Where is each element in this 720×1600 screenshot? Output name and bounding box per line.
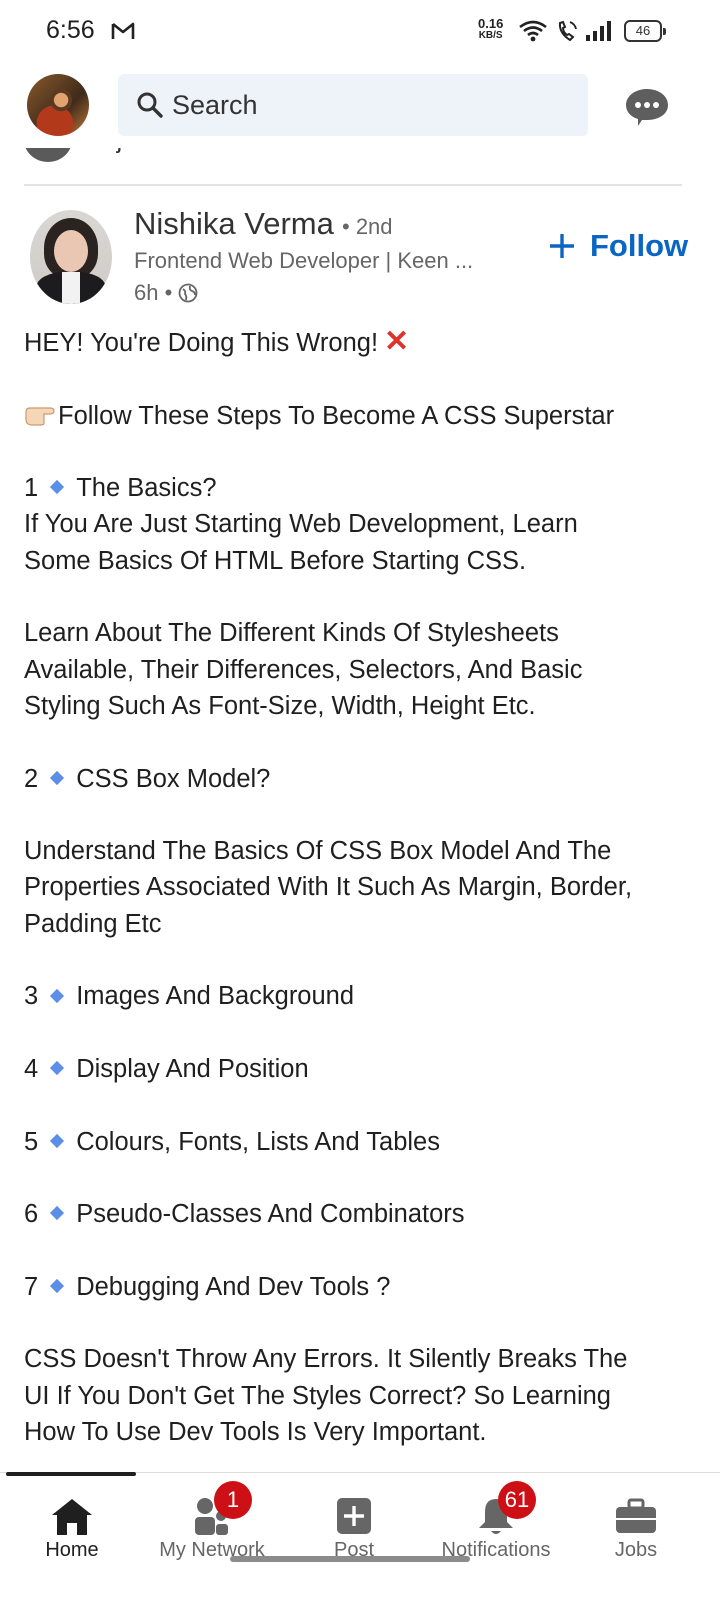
diamond-bullet-icon: [50, 1133, 65, 1148]
post-line: 4 Display And Position: [24, 1054, 309, 1083]
signal-icon: [586, 21, 611, 41]
author-headline[interactable]: Frontend Web Developer | Keen ...: [134, 248, 473, 274]
briefcase-icon: [616, 1498, 656, 1533]
diamond-bullet-icon: [50, 770, 65, 785]
nav-jobs-label: Jobs: [614, 1539, 658, 1561]
follow-label: Follow: [590, 228, 689, 263]
post-line: CSS Doesn't Throw Any Errors. It Silentl…: [24, 1345, 628, 1374]
post-line: [24, 1087, 694, 1123]
top-app-bar: [0, 62, 720, 148]
post-line: [24, 361, 694, 397]
messaging-icon[interactable]: [624, 86, 670, 128]
divider: [24, 184, 682, 186]
post-line: 7 Debugging And Dev Tools ?: [24, 1272, 391, 1301]
home-icon: [52, 1499, 92, 1535]
author-name[interactable]: Nishika Verma: [134, 206, 334, 242]
post-line: [24, 1160, 694, 1196]
pointing-hand-icon: [25, 407, 55, 426]
post-line: Understand The Basics Of CSS Box Model A…: [24, 837, 612, 866]
connection-degree: • 2nd: [342, 214, 393, 239]
post-line: 1 The Basics?: [24, 474, 217, 503]
wifi-calling-icon: [558, 20, 577, 42]
network-speed-value: 0.16: [478, 16, 504, 31]
post-line: Available, Their Differences, Selectors,…: [24, 655, 583, 684]
home-gesture-bar[interactable]: [230, 1556, 470, 1562]
post-line: Padding Etc: [24, 909, 162, 938]
post-line: Learn About The Different Kinds Of Style…: [24, 619, 559, 648]
diamond-bullet-icon: [50, 1206, 65, 1221]
post-body[interactable]: HEY! You're Doing This Wrong! ✕ Follow Th…: [24, 324, 694, 1450]
post-meta: 6h •: [134, 280, 198, 306]
post-line: If You Are Just Starting Web Development…: [24, 510, 578, 539]
nav-home-label: Home: [45, 1539, 99, 1561]
bottom-navigation: Home 1 My Network Post 61 Notifications: [0, 1472, 720, 1600]
author-avatar[interactable]: [30, 210, 112, 304]
post-line: Follow These Steps To Become A CSS Super…: [24, 398, 694, 434]
post-line: [24, 942, 694, 978]
post-line: HEY! You're Doing This Wrong! ✕: [24, 325, 410, 358]
post-line: [24, 1015, 694, 1051]
status-bar: 6:56 0.16 KB/S 46: [0, 0, 720, 62]
network-speed: 0.16 KB/S: [478, 16, 504, 42]
post-line: [24, 724, 694, 760]
post-line: [24, 579, 694, 615]
post-line: [24, 1232, 694, 1268]
search-icon: [137, 92, 163, 118]
notifications-badge: 61: [498, 1481, 536, 1519]
post-time: 6h •: [134, 280, 173, 305]
search-bar[interactable]: [118, 74, 588, 136]
cross-mark-icon: ✕: [384, 325, 410, 358]
post-line: UI If You Don't Get The Styles Correct? …: [24, 1381, 611, 1410]
post-line: Properties Associated With It Such As Ma…: [24, 873, 633, 902]
post-line: 5 Colours, Fonts, Lists And Tables: [24, 1127, 440, 1156]
wifi-icon: [519, 20, 547, 42]
diamond-bullet-icon: [50, 480, 65, 495]
post-icon: [337, 1498, 371, 1534]
network-speed-unit: KB/S: [478, 30, 503, 41]
follow-button[interactable]: Follow: [548, 228, 688, 264]
battery-icon: 46: [624, 20, 666, 42]
status-time: 6:56: [46, 16, 95, 44]
gmail-icon: [111, 22, 135, 39]
post-line: [24, 797, 694, 833]
post-line: 2 CSS Box Model?: [24, 764, 271, 793]
plus-icon: [550, 234, 574, 258]
post-line: 3 Images And Background: [24, 982, 355, 1011]
profile-avatar[interactable]: [27, 74, 89, 136]
diamond-bullet-icon: [50, 1061, 65, 1076]
post-line: [24, 434, 694, 470]
diamond-bullet-icon: [50, 988, 65, 1003]
search-input[interactable]: [172, 74, 562, 136]
post-line: How To Use Dev Tools Is Very Important.: [24, 1417, 487, 1446]
post-line: Some Basics Of HTML Before Starting CSS.: [24, 546, 527, 575]
post-line: Styling Such As Font-Size, Width, Height…: [24, 691, 536, 720]
post-line: [24, 1305, 694, 1341]
diamond-bullet-icon: [50, 1278, 65, 1294]
globe-icon: [178, 283, 198, 303]
post-line: 6 Pseudo-Classes And Combinators: [24, 1200, 465, 1229]
nav-jobs[interactable]: Jobs: [564, 1473, 708, 1573]
network-badge: 1: [214, 1481, 252, 1519]
nav-home[interactable]: Home: [0, 1473, 144, 1573]
